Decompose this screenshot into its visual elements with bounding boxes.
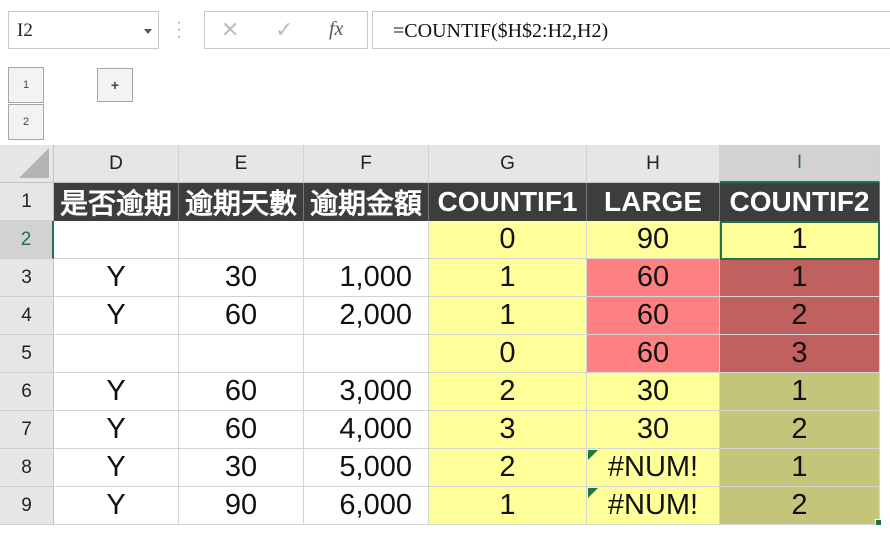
cell-g7[interactable]: 3	[429, 411, 587, 449]
cell-g6[interactable]: 2	[429, 373, 587, 411]
cell-f6[interactable]: 3,000	[304, 373, 429, 411]
cell-h7[interactable]: 30	[587, 411, 720, 449]
cell-e9[interactable]: 90	[179, 487, 304, 525]
cell-f7[interactable]: 4,000	[304, 411, 429, 449]
cell-i9[interactable]: 2	[720, 487, 880, 525]
cell-d7[interactable]: Y	[54, 411, 179, 449]
cell-f4[interactable]: 2,000	[304, 297, 429, 335]
cell-g9[interactable]: 1	[429, 487, 587, 525]
cell-h6[interactable]: 30	[587, 373, 720, 411]
cell-g2[interactable]: 0	[429, 221, 587, 259]
cell-i7[interactable]: 2	[720, 411, 880, 449]
cell-d4[interactable]: Y	[54, 297, 179, 335]
row-header-9[interactable]: 9	[0, 487, 54, 525]
cell-d8[interactable]: Y	[54, 449, 179, 487]
header-cell-h[interactable]: LARGE	[587, 183, 720, 221]
header-cell-i[interactable]: COUNTIF2	[720, 183, 880, 221]
row-header-8[interactable]: 8	[0, 449, 54, 487]
name-box[interactable]: I2	[8, 11, 159, 49]
select-all-button[interactable]	[0, 145, 54, 183]
outline-level-1-button[interactable]: 1	[8, 67, 44, 103]
checkmark-icon[interactable]: ✓	[275, 17, 293, 43]
row-header-1[interactable]: 1	[0, 183, 54, 221]
cell-g3[interactable]: 1	[429, 259, 587, 297]
row-header-7[interactable]: 7	[0, 411, 54, 449]
cell-g5[interactable]: 0	[429, 335, 587, 373]
name-box-value: I2	[17, 20, 33, 41]
formula-input[interactable]: =COUNTIF($H$2:H2,H2)	[372, 11, 890, 49]
cell-d2[interactable]	[54, 221, 179, 259]
active-cell-border	[720, 221, 880, 260]
cell-e6[interactable]: 60	[179, 373, 304, 411]
row-header-3[interactable]: 3	[0, 259, 54, 297]
cell-h4[interactable]: 60	[587, 297, 720, 335]
cell-i4[interactable]: 2	[720, 297, 880, 335]
cell-e3[interactable]: 30	[179, 259, 304, 297]
row-header-4[interactable]: 4	[0, 297, 54, 335]
name-box-dropdown-icon[interactable]	[144, 29, 152, 34]
column-header-d[interactable]: D	[54, 145, 179, 183]
cell-e2[interactable]	[179, 221, 304, 259]
header-cell-e[interactable]: 逾期天數	[179, 183, 304, 221]
formula-buttons: ✕ ✓ fx	[204, 11, 368, 49]
column-header-g[interactable]: G	[429, 145, 587, 183]
cell-g8[interactable]: 2	[429, 449, 587, 487]
row-header-5[interactable]: 5	[0, 335, 54, 373]
header-cell-f[interactable]: 逾期金額	[304, 183, 429, 221]
cell-i3[interactable]: 1	[720, 259, 880, 297]
cell-f2[interactable]	[304, 221, 429, 259]
cell-h9[interactable]: #NUM!	[587, 487, 720, 525]
insert-function-button[interactable]: fx	[329, 18, 343, 41]
select-all-triangle-icon	[19, 148, 49, 178]
cell-f9[interactable]: 6,000	[304, 487, 429, 525]
cell-e7[interactable]: 60	[179, 411, 304, 449]
cell-i6[interactable]: 1	[720, 373, 880, 411]
error-indicator-icon[interactable]	[588, 488, 598, 498]
formula-text: =COUNTIF($H$2:H2,H2)	[393, 20, 609, 42]
column-header-h[interactable]: H	[587, 145, 720, 183]
cell-h3[interactable]: 60	[587, 259, 720, 297]
row-header-2[interactable]: 2	[0, 221, 54, 259]
close-x-icon[interactable]: ✕	[221, 17, 239, 43]
cell-e8[interactable]: 30	[179, 449, 304, 487]
cell-h5[interactable]: 60	[587, 335, 720, 373]
error-indicator-icon[interactable]	[588, 450, 598, 460]
cell-e5[interactable]	[179, 335, 304, 373]
cell-h2[interactable]: 90	[587, 221, 720, 259]
cell-d3[interactable]: Y	[54, 259, 179, 297]
cell-g4[interactable]: 1	[429, 297, 587, 335]
cell-f3[interactable]: 1,000	[304, 259, 429, 297]
column-header-e[interactable]: E	[179, 145, 304, 183]
cell-i8[interactable]: 1	[720, 449, 880, 487]
fill-handle[interactable]	[875, 519, 882, 526]
header-cell-d[interactable]: 是否逾期	[54, 183, 179, 221]
cell-i5[interactable]: 3	[720, 335, 880, 373]
column-header-i[interactable]: I	[720, 145, 880, 183]
cell-d5[interactable]	[54, 335, 179, 373]
outline-expand-button[interactable]: +	[97, 68, 133, 102]
column-header-f[interactable]: F	[304, 145, 429, 183]
cell-f8[interactable]: 5,000	[304, 449, 429, 487]
outline-level-2-button[interactable]: 2	[8, 104, 44, 140]
cell-h8[interactable]: #NUM!	[587, 449, 720, 487]
cell-e4[interactable]: 60	[179, 297, 304, 335]
formula-bar-resize-handle[interactable]: · · ·	[176, 15, 182, 45]
row-header-6[interactable]: 6	[0, 373, 54, 411]
cell-d6[interactable]: Y	[54, 373, 179, 411]
cell-d9[interactable]: Y	[54, 487, 179, 525]
header-cell-g[interactable]: COUNTIF1	[429, 183, 587, 221]
cell-f5[interactable]	[304, 335, 429, 373]
